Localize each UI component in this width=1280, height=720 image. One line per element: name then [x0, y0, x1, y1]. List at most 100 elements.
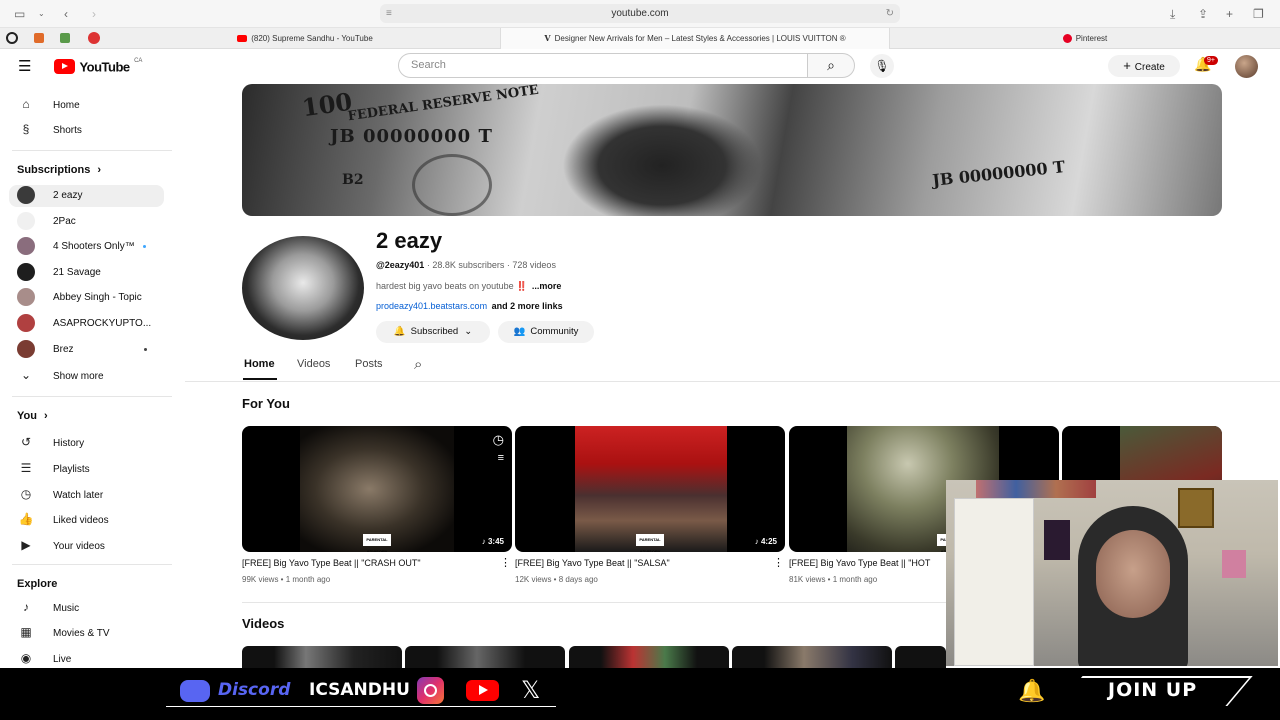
- overlay-handle: ICSANDHU: [309, 680, 410, 700]
- sidebar-item-movies[interactable]: ▦ Movies & TV: [17, 621, 109, 643]
- sidebar-sub-abbey-singh[interactable]: Abbey Singh - Topic: [17, 287, 142, 309]
- sidebar-sub-4-shooters[interactable]: 4 Shooters Only™: [17, 236, 152, 258]
- reload-icon[interactable]: ↻: [886, 4, 894, 23]
- address-bar[interactable]: ≡ youtube.com ↻: [380, 4, 900, 23]
- create-button[interactable]: + Create: [1108, 55, 1180, 77]
- avatar: [17, 340, 35, 359]
- search-icon: ⌕: [827, 57, 835, 73]
- pinterest-favicon-icon: [1062, 34, 1072, 44]
- youtube-logo[interactable]: YouTube CA: [54, 58, 142, 75]
- sidebar-item-playlists[interactable]: ☰ Playlists: [17, 457, 90, 479]
- sidebar-sub-asaprocky[interactable]: ASAPROCKYUPTO...: [17, 313, 151, 335]
- sidebar-item-history[interactable]: ↺ History: [17, 431, 84, 453]
- video-thumbnail[interactable]: PARENTAL ADVISORY EXPLICIT CONTENT ◷ ≡ ♪…: [242, 426, 512, 552]
- video-thumbnail[interactable]: PARENTAL ADVISORY EXPLICIT CONTENT ♪ 4:2…: [515, 426, 785, 552]
- banner-serial-right: JB 00000000 T: [931, 157, 1066, 190]
- section-divider: [242, 602, 946, 603]
- menu-icon[interactable]: ☰: [18, 57, 31, 75]
- watch-later-icon[interactable]: ◷: [493, 432, 504, 448]
- sidebar-divider: [12, 150, 172, 151]
- sidebar-item-liked-videos[interactable]: 👍 Liked videos: [17, 508, 109, 530]
- add-to-queue-icon[interactable]: ≡: [498, 452, 504, 464]
- voice-search-button[interactable]: 🎙: [870, 54, 894, 78]
- more-options-icon[interactable]: ⋮: [500, 556, 511, 569]
- webcam-hats: [976, 480, 1096, 498]
- sidebar-sub-21-savage[interactable]: 21 Savage: [17, 262, 101, 284]
- video-title[interactable]: [FREE] Big Yavo Type Beat || "SALSA": [515, 558, 770, 568]
- chevron-right-icon: ›: [44, 410, 48, 422]
- download-icon[interactable]: ⤓: [1170, 0, 1175, 28]
- notification-badge: 9+: [1204, 56, 1218, 65]
- sidebar-toggle-icon[interactable]: ▭: [14, 0, 25, 28]
- pinned-tab-icon[interactable]: [88, 32, 100, 44]
- channel-search-icon[interactable]: ⌕: [414, 356, 422, 373]
- sidebar-item-live[interactable]: ◉ Live: [17, 647, 72, 669]
- sidebar-item-watch-later[interactable]: ◷ Watch later: [17, 483, 103, 505]
- video-meta: 81K views • 1 month ago: [789, 575, 878, 584]
- sidebar-sub-2eazy[interactable]: 2 eazy: [9, 185, 164, 207]
- search-button[interactable]: ⌕: [807, 53, 855, 78]
- sidebar-item-shorts[interactable]: § Shorts: [17, 118, 82, 140]
- chevron-down-icon: ⌄: [20, 368, 32, 382]
- forward-icon[interactable]: ›: [92, 0, 96, 28]
- join-up-label: JOIN UP: [1108, 679, 1198, 701]
- video-title[interactable]: [FREE] Big Yavo Type Beat || "HOT: [789, 558, 946, 568]
- description-more-link[interactable]: ...more: [532, 281, 562, 291]
- webcam-picture: [1222, 550, 1246, 578]
- new-tab-icon[interactable]: +: [1226, 0, 1233, 28]
- video-thumbnail[interactable]: [895, 646, 946, 668]
- lv-favicon-icon: V: [544, 33, 551, 43]
- new-content-dot: [143, 347, 147, 351]
- tab-home[interactable]: Home: [244, 358, 275, 370]
- video-thumbnail[interactable]: [732, 646, 892, 668]
- reader-icon[interactable]: ≡: [386, 4, 392, 23]
- show-more-button[interactable]: ⌄ Show more: [17, 364, 104, 386]
- community-button[interactable]: 👥 Community: [498, 321, 594, 343]
- for-you-heading: For You: [242, 396, 290, 411]
- tab-overview-icon[interactable]: ❐: [1253, 0, 1264, 28]
- tab-videos[interactable]: Videos: [297, 358, 330, 370]
- share-icon[interactable]: ⇪: [1198, 0, 1208, 28]
- video-thumbnail[interactable]: [569, 646, 729, 668]
- discord-icon: [180, 680, 210, 702]
- subscriptions-heading[interactable]: Subscriptions ›: [17, 164, 101, 176]
- tab-louis-vuitton[interactable]: V Designer New Arrivals for Men – Latest …: [500, 28, 890, 49]
- instagram-icon: [417, 677, 444, 704]
- tab-pinterest[interactable]: Pinterest: [890, 28, 1280, 49]
- channel-description[interactable]: hardest big yavo beats on youtube ‼️ ...…: [376, 281, 561, 292]
- home-icon: ⌂: [22, 97, 30, 111]
- chevron-down-icon[interactable]: ⌄: [38, 0, 45, 28]
- tab-youtube[interactable]: (820) Supreme Sandhu - YouTube: [110, 28, 500, 49]
- videos-heading: Videos: [242, 616, 285, 631]
- you-heading[interactable]: You ›: [17, 410, 48, 422]
- pinned-tab-icon[interactable]: [6, 32, 18, 44]
- sidebar-item-your-videos[interactable]: ▶ Your videos: [17, 534, 105, 556]
- discord-label: Discord: [218, 680, 291, 700]
- x-icon: 𝕏: [521, 676, 541, 704]
- video-thumbnail[interactable]: [405, 646, 565, 668]
- more-links[interactable]: and 2 more links: [492, 301, 563, 311]
- sidebar-sub-2pac[interactable]: 2Pac: [17, 211, 76, 233]
- channel-link[interactable]: prodeazy401.beatstars.com: [376, 301, 487, 311]
- account-avatar[interactable]: [1235, 55, 1258, 78]
- pinned-tab-icon[interactable]: [34, 33, 44, 43]
- playlists-icon: ☰: [20, 461, 32, 475]
- tab-posts[interactable]: Posts: [355, 358, 383, 370]
- mic-icon: 🎙: [874, 59, 890, 73]
- avatar: [17, 263, 35, 282]
- pinned-tab-icon[interactable]: [60, 33, 70, 43]
- more-options-icon[interactable]: ⋮: [773, 556, 784, 569]
- video-thumbnail[interactable]: [242, 646, 402, 668]
- sidebar-item-home[interactable]: ⌂ Home: [17, 93, 79, 115]
- sidebar-item-music[interactable]: ♪ Music: [17, 596, 79, 618]
- banner-note-text: FEDERAL RESERVE NOTE: [346, 84, 540, 125]
- sidebar-sub-brez[interactable]: Brez: [17, 339, 152, 361]
- video-title[interactable]: [FREE] Big Yavo Type Beat || "CRASH OUT": [242, 558, 497, 568]
- music-icon: ♪: [23, 600, 29, 614]
- channel-banner: 100 FEDERAL RESERVE NOTE JB 00000000 T B…: [242, 84, 1222, 216]
- avatar: [17, 314, 35, 333]
- back-icon[interactable]: ‹: [64, 0, 68, 28]
- search-input[interactable]: Search: [398, 53, 808, 78]
- subscribed-button[interactable]: 🔔 Subscribed ⌄: [376, 321, 490, 343]
- sidebar-divider: [12, 396, 172, 397]
